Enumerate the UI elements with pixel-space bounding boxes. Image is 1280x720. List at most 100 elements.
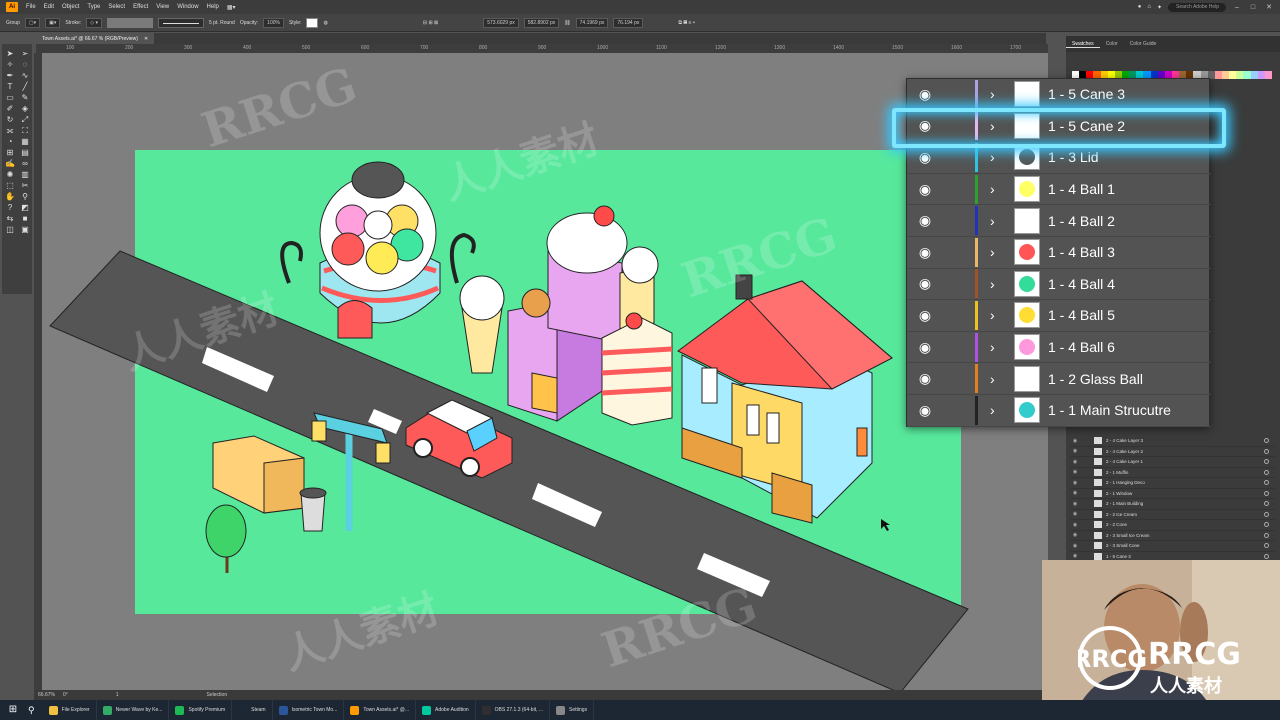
layer-row-small[interactable]: ◉ 2 - 2 Cone bbox=[1070, 520, 1275, 531]
visibility-eye-icon[interactable]: ◉ bbox=[907, 86, 943, 103]
target-icon[interactable] bbox=[1264, 448, 1269, 454]
arrange-documents-icon[interactable]: ▦▾ bbox=[227, 4, 236, 11]
layer-row[interactable]: ◉ › 1 - 4 Ball 4 bbox=[907, 269, 1211, 301]
width-tool-icon[interactable]: ⟗ bbox=[3, 125, 17, 136]
layer-name[interactable]: 1 - 4 Ball 6 bbox=[1048, 339, 1115, 355]
layer-row[interactable]: ◉ › 1 - 5 Cane 3 bbox=[907, 79, 1211, 111]
taskbar-item[interactable]: Newer Wave by Ke... bbox=[97, 700, 170, 720]
menu-help[interactable]: Help bbox=[207, 4, 219, 10]
lasso-icon[interactable]: ◌ bbox=[18, 59, 32, 70]
layer-name[interactable]: 1 - 3 Lid bbox=[1048, 149, 1099, 165]
gradient-tool-icon[interactable]: ▤ bbox=[18, 147, 32, 158]
zoom-level[interactable]: 66.67% bbox=[38, 692, 55, 698]
chevron-right-icon[interactable]: › bbox=[990, 244, 1012, 260]
free-transform-icon[interactable]: ⛶ bbox=[18, 125, 32, 136]
curvature-tool-icon[interactable]: ∿ bbox=[18, 70, 32, 81]
visibility-eye-icon[interactable]: ◉ bbox=[907, 275, 943, 292]
menu-edit[interactable]: Edit bbox=[44, 4, 54, 10]
target-icon[interactable] bbox=[1264, 532, 1269, 538]
canvas-area[interactable] bbox=[42, 53, 1048, 690]
color-swatch[interactable] bbox=[1250, 71, 1258, 79]
user-icon[interactable]: ● bbox=[1138, 4, 1142, 10]
visibility-eye-icon[interactable]: ◉ bbox=[1070, 553, 1080, 559]
visibility-eye-icon[interactable]: ◉ bbox=[907, 402, 943, 419]
color-swatch[interactable] bbox=[1214, 71, 1222, 79]
color-swatch[interactable] bbox=[1221, 71, 1230, 79]
chevron-right-icon[interactable]: › bbox=[990, 86, 1012, 102]
x-input[interactable]: 573.6029 px bbox=[483, 17, 519, 28]
help-icon[interactable]: ? bbox=[3, 202, 17, 213]
visibility-eye-icon[interactable]: ◉ bbox=[1070, 438, 1080, 444]
taskbar-item[interactable]: Spotify Premium bbox=[169, 700, 233, 720]
type-tool-icon[interactable]: T bbox=[3, 81, 17, 92]
transform-icons[interactable]: ⧉ ▦ ≡ ▾ bbox=[678, 20, 695, 26]
chevron-right-icon[interactable]: › bbox=[990, 276, 1012, 292]
maximize-button[interactable]: □ bbox=[1248, 4, 1258, 11]
eraser-icon[interactable]: ◈ bbox=[18, 103, 32, 114]
visibility-eye-icon[interactable]: ◉ bbox=[907, 370, 943, 387]
paintbrush-icon[interactable]: ✎ bbox=[18, 92, 32, 103]
draw-mode-icon[interactable]: ◫ bbox=[3, 224, 17, 235]
pen-tool-icon[interactable]: ✒ bbox=[3, 70, 17, 81]
graphic-style-swatch[interactable] bbox=[306, 17, 319, 28]
artboard-number[interactable]: 1 bbox=[116, 692, 119, 698]
line-tool-icon[interactable]: ╱ bbox=[18, 81, 32, 92]
visibility-eye-icon[interactable]: ◉ bbox=[1070, 501, 1080, 507]
search-icon[interactable]: ⚲ bbox=[28, 705, 35, 716]
chevron-right-icon[interactable]: › bbox=[990, 371, 1012, 387]
menu-file[interactable]: File bbox=[26, 4, 36, 10]
variable-width-profile[interactable] bbox=[106, 17, 153, 28]
color-swatch[interactable] bbox=[1243, 71, 1251, 79]
taskbar-item[interactable]: File Explorer bbox=[43, 700, 97, 720]
color-swatch[interactable] bbox=[1229, 71, 1237, 79]
layer-name[interactable]: 1 - 5 Cane 3 bbox=[1048, 86, 1125, 102]
rotate-tool-icon[interactable]: ↻ bbox=[3, 114, 17, 125]
layer-row-small[interactable]: ◉ 2 - 4 Cake Layer 3 bbox=[1070, 436, 1275, 447]
layer-row[interactable]: ◉ › 1 - 4 Ball 3 bbox=[907, 237, 1211, 269]
target-icon[interactable] bbox=[1264, 490, 1269, 496]
layer-row-small[interactable]: ◉ 2 - 1 Main Building bbox=[1070, 499, 1275, 510]
layer-name[interactable]: 1 - 4 Ball 5 bbox=[1048, 307, 1115, 323]
chevron-right-icon[interactable]: › bbox=[990, 402, 1012, 418]
target-icon[interactable] bbox=[1264, 480, 1269, 486]
visibility-eye-icon[interactable]: ◉ bbox=[1070, 469, 1080, 475]
menu-select[interactable]: Select bbox=[108, 4, 125, 10]
stroke-weight-stepper[interactable]: ◇ ▾ bbox=[86, 17, 102, 28]
w-input[interactable]: 74.1969 px bbox=[575, 17, 609, 28]
menu-object[interactable]: Object bbox=[62, 4, 79, 10]
taskbar-item[interactable]: Settings bbox=[550, 700, 595, 720]
visibility-eye-icon[interactable]: ◉ bbox=[907, 339, 943, 356]
symbol-sprayer-icon[interactable]: ✺ bbox=[3, 169, 17, 180]
taskbar-item[interactable]: Adobe Audition bbox=[416, 700, 476, 720]
layer-row-small[interactable]: ◉ 2 - 4 Cake Layer 1 bbox=[1070, 457, 1275, 468]
tab-color[interactable]: Color bbox=[1100, 41, 1124, 47]
color-swatch[interactable] bbox=[1257, 71, 1265, 79]
swap-icon[interactable]: ⇆ bbox=[3, 213, 17, 224]
target-icon[interactable] bbox=[1264, 511, 1269, 517]
visibility-eye-icon[interactable]: ◉ bbox=[1070, 448, 1080, 454]
menu-window[interactable]: Window bbox=[177, 4, 198, 10]
eyedropper-icon[interactable]: ✍ bbox=[3, 158, 17, 169]
layer-name[interactable]: 1 - 4 Ball 3 bbox=[1048, 244, 1115, 260]
color-swatch[interactable] bbox=[1264, 71, 1272, 79]
layer-row-small[interactable]: ◉ 2 - 1 Window bbox=[1070, 489, 1275, 499]
visibility-eye-icon[interactable]: ◉ bbox=[1070, 511, 1080, 517]
layer-name[interactable]: 1 - 4 Ball 4 bbox=[1048, 276, 1115, 292]
minimize-button[interactable]: – bbox=[1232, 4, 1242, 11]
visibility-eye-icon[interactable]: ◉ bbox=[1070, 532, 1080, 538]
blend-tool-icon[interactable]: ∞ bbox=[18, 158, 32, 169]
layer-row[interactable]: ◉ › 1 - 4 Ball 1 bbox=[907, 174, 1211, 206]
target-icon[interactable] bbox=[1264, 459, 1269, 465]
brush-definition-dropdown[interactable] bbox=[157, 17, 204, 28]
taskbar-item[interactable]: OBS 27.1.3 (64-bit, ... bbox=[476, 700, 551, 720]
zoom-tool-icon[interactable]: ⚲ bbox=[18, 191, 32, 202]
chevron-right-icon[interactable]: › bbox=[990, 339, 1012, 355]
slice-tool-icon[interactable]: ✂ bbox=[18, 180, 32, 191]
perspective-grid-icon[interactable]: ▦ bbox=[18, 136, 32, 147]
target-icon[interactable] bbox=[1264, 543, 1269, 549]
mesh-tool-icon[interactable]: ⊞ bbox=[3, 147, 17, 158]
artboard-tool-icon[interactable]: ⬚ bbox=[3, 180, 17, 191]
column-graph-icon[interactable]: ▥ bbox=[18, 169, 32, 180]
visibility-eye-icon[interactable]: ◉ bbox=[1070, 522, 1080, 528]
layer-name[interactable]: 1 - 2 Glass Ball bbox=[1048, 371, 1143, 387]
